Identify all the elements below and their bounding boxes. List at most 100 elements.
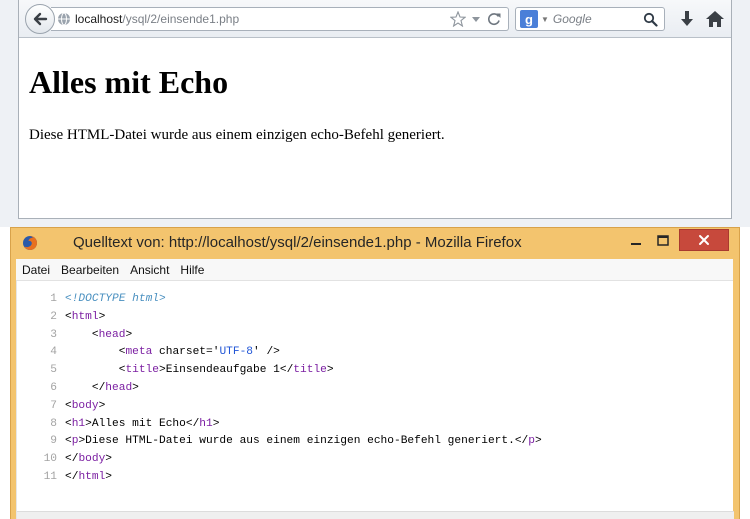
code-token: >Diese HTML-Datei wurde aus einem einzig… — [78, 435, 529, 448]
code-token: body — [71, 399, 99, 412]
url-bar[interactable]: localhost/ysql/2/einsende1.php — [51, 7, 509, 31]
code-token: > — [105, 470, 113, 483]
source-line: 6 </head> — [17, 380, 542, 398]
menu-hilfe[interactable]: Hilfe — [180, 263, 204, 277]
menu-bar: Datei Bearbeiten Ansicht Hilfe — [16, 259, 733, 281]
line-number: 7 — [50, 399, 57, 412]
source-line: 11 </html> — [17, 469, 542, 487]
code-token: head — [98, 328, 126, 341]
code-token: > — [98, 310, 106, 323]
search-icon[interactable] — [643, 12, 658, 27]
code-token: </ — [65, 381, 106, 394]
horizontal-scrollbar[interactable] — [17, 511, 734, 519]
browser-window: localhost/ysql/2/einsende1.php g ▼ Googl… — [0, 0, 750, 227]
code-token: body — [78, 453, 106, 466]
line-number: 10 — [43, 453, 57, 466]
code-token: < — [65, 435, 72, 448]
globe-icon — [58, 12, 70, 26]
firefox-icon — [23, 236, 37, 250]
page-content: Alles mit Echo Diese HTML-Datei wurde au… — [29, 38, 719, 216]
code-token: > — [105, 453, 113, 466]
code-token: < — [65, 417, 72, 430]
code-token: > — [326, 364, 334, 377]
code-token: > — [534, 435, 542, 448]
code-token: html — [71, 310, 99, 323]
line-number: 8 — [50, 417, 57, 430]
line-number: 4 — [50, 346, 57, 359]
search-placeholder: Google — [552, 12, 592, 26]
code-token: > — [212, 417, 220, 430]
back-button[interactable] — [25, 4, 55, 34]
line-number: 6 — [50, 381, 57, 394]
code-token: charset=' — [152, 346, 220, 359]
source-line: 1 <!DOCTYPE html> — [17, 291, 542, 309]
minimize-icon[interactable] — [625, 232, 647, 252]
code-token: UTF-8 — [219, 346, 254, 359]
star-icon[interactable] — [450, 11, 466, 27]
code-token: </ — [65, 453, 79, 466]
source-line: 10 </body> — [17, 451, 542, 469]
url-actions — [450, 11, 502, 27]
code-token: < — [65, 399, 72, 412]
code-token: >Einsendeaufgabe 1</ — [159, 364, 294, 377]
reload-icon[interactable] — [486, 11, 502, 27]
source-line: 3 <head> — [17, 327, 542, 345]
menu-datei[interactable]: Datei — [22, 263, 50, 277]
page-paragraph: Diese HTML-Datei wurde aus einem einzige… — [29, 127, 445, 143]
code-token: p — [528, 435, 535, 448]
source-line: 9 < p>Diese HTML-Datei wurde aus einem ein… — [17, 433, 542, 451]
code-token: < — [65, 328, 99, 341]
close-button[interactable] — [679, 229, 729, 251]
code-token: </ — [65, 470, 79, 483]
line-number: 11 — [43, 470, 57, 483]
code-token: > — [132, 381, 139, 394]
code-token: html — [78, 470, 106, 483]
close-icon — [699, 235, 709, 245]
search-engine-dropdown-icon[interactable]: ▼ — [541, 15, 549, 24]
line-number: 1 — [50, 293, 57, 305]
code-token: head — [105, 381, 133, 394]
source-line: 7 <body> — [17, 398, 542, 416]
url-host: localhost — [75, 12, 123, 26]
code-token: < — [65, 364, 126, 377]
search-bar[interactable]: g ▼ Google — [515, 7, 665, 31]
url-text: localhost/ysql/2/einsende1.php — [75, 12, 239, 26]
code-token: meta — [125, 346, 153, 359]
download-icon[interactable] — [677, 9, 697, 29]
code-token: h1 — [199, 417, 213, 430]
window-title: Quelltext von: http://localhost/ysql/2/e… — [73, 234, 522, 251]
menu-ansicht[interactable]: Ansicht — [130, 263, 169, 277]
code-token: <!DOCTYPE html> — [65, 293, 166, 305]
code-token: > — [98, 399, 106, 412]
code-token: >Alles mit Echo</ — [85, 417, 200, 430]
code-token: h1 — [71, 417, 86, 430]
source-line: 2 <html> — [17, 309, 542, 327]
line-number: 3 — [50, 328, 57, 341]
line-number: 2 — [50, 310, 57, 323]
line-number: 5 — [50, 364, 57, 377]
code-token: title — [125, 364, 160, 377]
title-bar[interactable]: Quelltext von: http://localhost/ysql/2/e… — [11, 228, 739, 259]
page-heading: Alles mit Echo — [29, 64, 229, 100]
back-arrow-icon — [33, 12, 48, 26]
code-token: < — [65, 310, 72, 323]
source-code-view[interactable]: 1 <!DOCTYPE html> 2 <html> 3 <head> 4 <meta c… — [16, 281, 734, 519]
source-line: 5 <title>Einsendeaufgabe 1</title> — [17, 362, 542, 380]
navigation-toolbar: localhost/ysql/2/einsende1.php g ▼ Googl… — [19, 0, 731, 38]
code-block: 1 <!DOCTYPE html> 2 <html> 3 <head> 4 <meta c… — [17, 291, 542, 487]
code-token: ' /> — [253, 346, 280, 359]
source-line: 4 <meta charset='UTF-8' /> — [17, 344, 542, 362]
url-path: /ysql/2/einsende1.php — [122, 12, 240, 26]
google-icon[interactable]: g — [520, 10, 538, 28]
code-token: < — [65, 346, 126, 359]
source-window: Quelltext von: http://localhost/ysql/2/e… — [10, 227, 740, 519]
code-token: > — [125, 328, 133, 341]
home-icon[interactable] — [705, 9, 725, 29]
browser-frame: localhost/ysql/2/einsende1.php g ▼ Googl… — [18, 0, 732, 219]
maximize-icon[interactable] — [651, 232, 675, 252]
line-number: 9 — [50, 435, 57, 448]
code-token: title — [293, 364, 327, 377]
menu-bearbeiten[interactable]: Bearbeiten — [61, 263, 119, 277]
dropdown-icon[interactable] — [471, 11, 481, 27]
source-line: 8 <h1>Alles mit Echo</h1> — [17, 416, 542, 434]
